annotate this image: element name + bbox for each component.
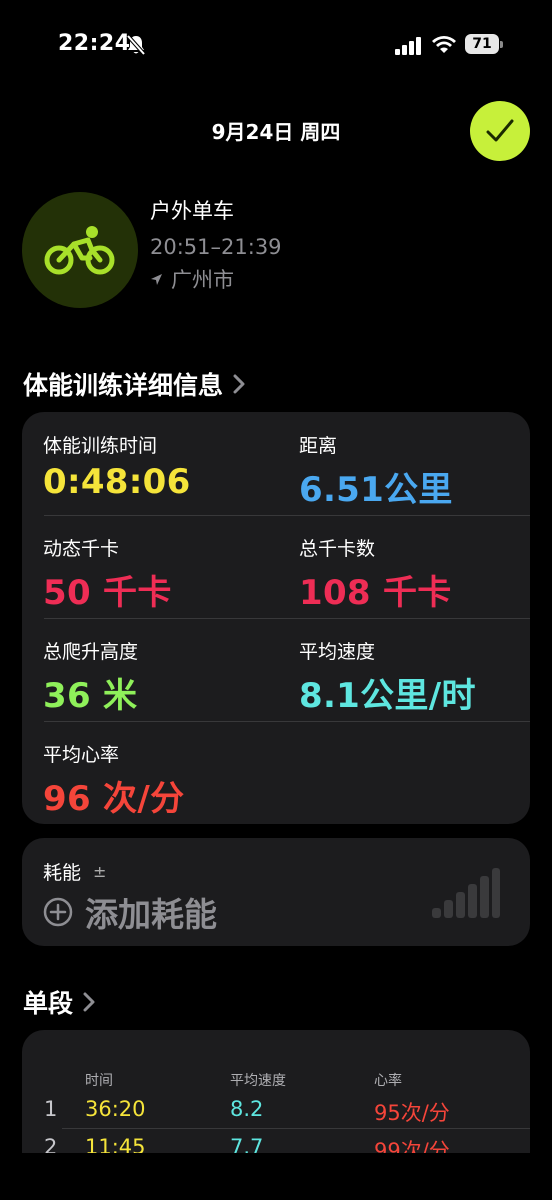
bottom-mask: [0, 1153, 552, 1200]
workout-type-badge: [22, 192, 138, 308]
details-section-title[interactable]: 体能训练详细信息: [23, 366, 245, 402]
plus-circle-icon: [43, 897, 73, 927]
metric-value: 8.1公里/时: [299, 676, 476, 716]
splits-header-time: 时间: [85, 1073, 113, 1089]
metric-total-calories: 总千卡数 108 千卡: [299, 534, 452, 614]
table-row: 1 36:20 8.2 95次/分: [22, 1097, 530, 1135]
status-bar: 22:24 71: [0, 0, 552, 90]
location-arrow-icon: [151, 273, 162, 285]
divider: [62, 1128, 530, 1129]
metric-value: 108 千卡: [299, 573, 452, 613]
splits-section-title[interactable]: 单段: [23, 984, 95, 1020]
splits-section-label: 单段: [23, 989, 74, 1018]
workout-details-card: 体能训练时间 0:48:06 距离 6.51公里 动态千卡 50 千卡 总千卡数…: [22, 412, 530, 824]
metric-label: 总千卡数: [299, 538, 376, 560]
checkmark-icon: [486, 119, 514, 142]
split-index: 1: [44, 1097, 58, 1121]
metric-label: 平均速度: [299, 641, 376, 663]
metric-label: 平均心率: [43, 744, 120, 766]
metric-label: 体能训练时间: [43, 435, 158, 457]
chevron-right-icon: [83, 992, 95, 1012]
workout-location: 广州市: [150, 264, 234, 294]
metric-value: 6.51公里: [299, 470, 453, 510]
metric-label: 动态千卡: [43, 538, 120, 560]
done-button[interactable]: [470, 101, 530, 161]
metric-average-heart-rate: 平均心率 96 次/分: [43, 740, 184, 820]
status-time: 22:24: [58, 31, 131, 56]
splits-header-heart-rate: 心率: [374, 1073, 402, 1089]
divider: [44, 721, 530, 722]
chevron-right-icon: [233, 374, 245, 394]
metric-active-calories: 动态千卡 50 千卡: [43, 534, 172, 614]
metric-value: 96 次/分: [43, 779, 185, 819]
workout-time-range: 20:51–21:39: [150, 235, 282, 259]
metric-elevation-gain: 总爬升高度 36 米: [43, 637, 138, 717]
add-energy-button[interactable]: 添加耗能: [43, 888, 217, 936]
cycling-icon: [44, 226, 115, 275]
battery-level: 71: [465, 34, 499, 54]
effort-bars-icon: [432, 868, 500, 918]
energy-label: 耗能 ±: [43, 858, 106, 885]
divider: [44, 515, 530, 516]
metric-duration: 体能训练时间 0:48:06: [43, 431, 191, 502]
split-time: 36:20: [85, 1097, 146, 1121]
plus-minus-icon: ±: [93, 862, 107, 881]
wifi-icon: [432, 36, 456, 53]
details-section-label: 体能训练详细信息: [23, 371, 224, 400]
split-speed: 8.2: [230, 1097, 264, 1121]
metric-average-speed: 平均速度 8.1公里/时: [299, 637, 476, 717]
metric-value: 0:48:06: [43, 462, 191, 502]
split-heart-rate: 95次/分: [374, 1101, 450, 1125]
metric-value: 36 米: [43, 676, 138, 716]
bell-muted-icon: [126, 34, 146, 56]
metric-distance: 距离 6.51公里: [299, 431, 453, 511]
divider: [44, 618, 530, 619]
workout-title: 户外单车: [150, 199, 234, 223]
add-energy-label: 添加耗能: [85, 895, 217, 934]
splits-header-speed: 平均速度: [230, 1073, 286, 1089]
metric-label: 总爬升高度: [43, 641, 139, 663]
cellular-signal-icon: [395, 37, 421, 55]
energy-card[interactable]: 耗能 ± 添加耗能: [22, 838, 530, 946]
metric-value: 50 千卡: [43, 573, 172, 613]
metric-label: 距离: [299, 435, 338, 457]
energy-label-text: 耗能: [43, 862, 82, 884]
battery-icon: 71: [465, 34, 503, 54]
workout-location-text: 广州市: [171, 268, 234, 292]
